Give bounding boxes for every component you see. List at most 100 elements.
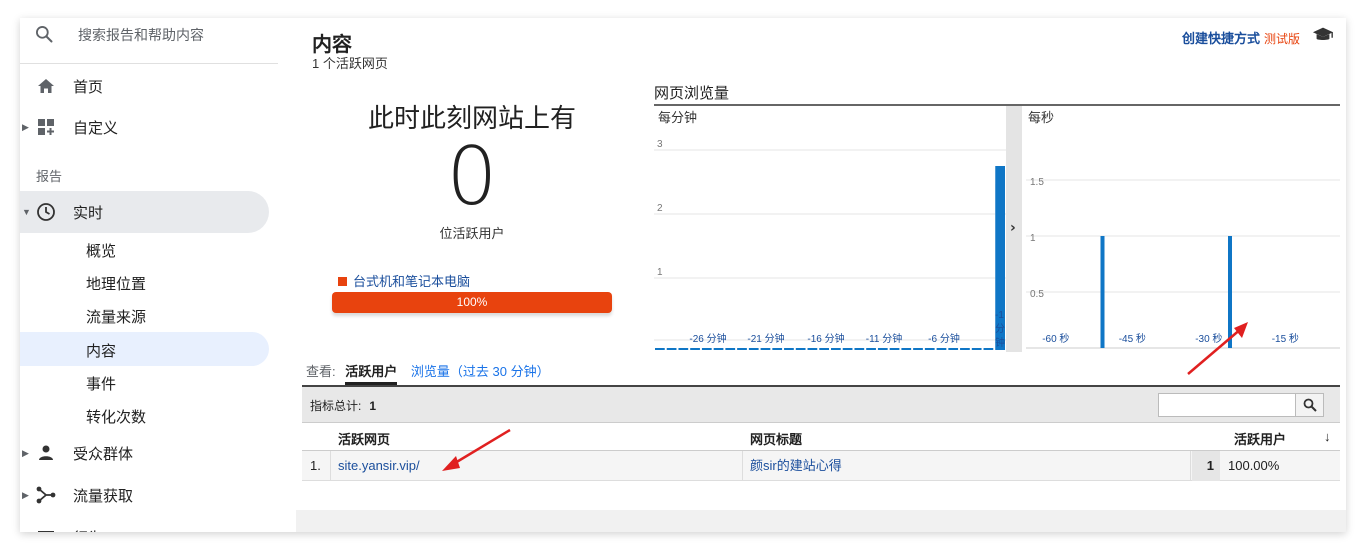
nav-home-label: 首页 bbox=[73, 78, 104, 96]
caret-right-icon: ▶ bbox=[22, 489, 29, 500]
dashboard-icon bbox=[36, 117, 56, 137]
bar bbox=[748, 348, 759, 350]
graduation-cap-icon[interactable] bbox=[1312, 26, 1334, 44]
nav-behavior-label: 行为 bbox=[73, 527, 103, 533]
nav-realtime[interactable]: ▼ 实时 bbox=[20, 192, 278, 232]
col-header-title[interactable]: 网页标题 bbox=[750, 429, 802, 448]
search-icon bbox=[1303, 398, 1317, 412]
nav-audience[interactable]: ▶ 受众群体 bbox=[20, 433, 278, 473]
bar bbox=[666, 348, 677, 350]
caret-down-icon: ▼ bbox=[22, 207, 31, 217]
row-page-link[interactable]: site.yansir.vip/ bbox=[338, 451, 420, 481]
y-tick-label: 2 bbox=[657, 203, 663, 214]
active-users-label: 位活跃用户 bbox=[439, 226, 505, 241]
column-divider bbox=[330, 451, 331, 481]
bar bbox=[690, 348, 700, 350]
y-tick-label: 1.5 bbox=[1030, 177, 1044, 188]
x-tick-label: -15 秒 bbox=[1272, 332, 1299, 345]
y-tick-label: 1 bbox=[1030, 233, 1036, 244]
row-index: 1. bbox=[310, 458, 321, 473]
behavior-icon bbox=[36, 527, 56, 532]
x-tick-label-stacked: -1 bbox=[995, 310, 1004, 321]
nav-sub-conversions[interactable]: 转化次数 bbox=[86, 406, 146, 427]
bar bbox=[725, 348, 736, 350]
bar bbox=[901, 348, 912, 350]
search-bar[interactable]: 搜索报告和帮助内容 bbox=[20, 18, 278, 64]
caret-right-icon: ▶ bbox=[22, 121, 29, 132]
nav-customize[interactable]: ▶ 自定义 bbox=[20, 107, 278, 147]
totals-row: 指标总计: 1 bbox=[302, 387, 1340, 423]
active-users-count: 0 bbox=[446, 130, 498, 223]
beta-badge: 测试版 bbox=[1263, 32, 1300, 46]
bar bbox=[877, 348, 888, 350]
bar bbox=[983, 348, 994, 350]
row-users-percent: 100.00% bbox=[1228, 458, 1280, 473]
x-tick-label: -11 分钟 bbox=[866, 332, 903, 345]
bar bbox=[819, 348, 829, 350]
bar bbox=[701, 348, 712, 350]
sort-down-icon[interactable]: ↓ bbox=[1324, 429, 1331, 444]
search-input[interactable]: 搜索报告和帮助内容 bbox=[78, 25, 204, 45]
nav-home[interactable]: 首页 bbox=[20, 66, 278, 106]
view-tab-pageviews[interactable]: 浏览量（过去 30 分钟） bbox=[411, 364, 550, 379]
chart-title: 网页浏览量 bbox=[654, 85, 730, 102]
nav-sub-active-bg bbox=[20, 332, 269, 366]
x-tick-label-stacked: 分 bbox=[995, 323, 1005, 335]
filter-search-button[interactable] bbox=[1295, 394, 1323, 416]
annotation-arrow-icon bbox=[1187, 322, 1248, 375]
totals-label: 指标总计: 1 bbox=[310, 397, 376, 414]
bar bbox=[924, 348, 935, 350]
y-tick-label: 3 bbox=[657, 139, 663, 150]
bar bbox=[1100, 236, 1105, 348]
clock-icon bbox=[36, 202, 56, 222]
nav-acquisition-label: 流量获取 bbox=[73, 487, 134, 505]
person-icon bbox=[36, 443, 56, 463]
bar bbox=[842, 348, 853, 350]
x-tick-label: -45 秒 bbox=[1119, 332, 1146, 345]
annotation-arrow-icon bbox=[442, 428, 511, 471]
y-tick-label: 0.5 bbox=[1030, 289, 1044, 300]
row-users-count: 1 bbox=[1192, 451, 1220, 481]
nav-acquisition[interactable]: ▶ 流量获取 bbox=[20, 475, 278, 515]
bar bbox=[807, 348, 818, 350]
nav-sub-events[interactable]: 事件 bbox=[86, 373, 116, 394]
bar bbox=[936, 348, 947, 350]
table-filter-input[interactable] bbox=[1158, 393, 1324, 417]
view-tab-active-users[interactable]: 活跃用户 bbox=[345, 364, 397, 379]
bar bbox=[737, 348, 747, 350]
x-tick-label: -26 分钟 bbox=[689, 332, 726, 345]
nav-sub-traffic-sources[interactable]: 流量来源 bbox=[86, 306, 146, 327]
bar bbox=[960, 348, 970, 350]
nav-sub-content[interactable]: 内容 bbox=[86, 340, 116, 361]
device-legend-label: 台式机和笔记本电脑 bbox=[353, 274, 471, 289]
nav-audience-label: 受众群体 bbox=[73, 445, 134, 463]
view-switcher: 查看: 活跃用户 浏览量（过去 30 分钟） bbox=[306, 361, 550, 380]
content-panel: 内容 1 个活跃网页 创建快捷方式 测试版 此时此刻网站上有 0 位活跃用户 台式… bbox=[296, 18, 1346, 510]
create-shortcut-label: 创建快捷方式 bbox=[1181, 31, 1260, 46]
x-tick-label: -16 分钟 bbox=[807, 332, 844, 345]
totals-value: 1 bbox=[369, 399, 377, 413]
page-subtitle: 1 个活跃网页 bbox=[312, 56, 388, 71]
search-icon bbox=[36, 26, 53, 43]
nav-sub-overview[interactable]: 概览 bbox=[86, 240, 116, 261]
x-tick-label: -21 分钟 bbox=[747, 332, 784, 345]
caret-right-icon: ▶ bbox=[22, 532, 29, 533]
bar bbox=[655, 348, 665, 350]
view-label: 查看: bbox=[306, 364, 336, 379]
col-header-page[interactable]: 活跃网页 bbox=[338, 429, 390, 448]
bar bbox=[678, 348, 689, 350]
col-header-users[interactable]: 活跃用户 bbox=[1234, 429, 1286, 448]
chevron-right-icon: › bbox=[1010, 220, 1016, 236]
create-shortcut-link[interactable]: 创建快捷方式 测试版 bbox=[1182, 28, 1300, 47]
row-title-link[interactable]: 颜sir的建站心得 bbox=[750, 451, 842, 481]
column-divider bbox=[742, 451, 743, 481]
nav-sub-location[interactable]: 地理位置 bbox=[86, 273, 146, 294]
app-frame: 搜索报告和帮助内容 首页 ▶ 自定义 报告 ▼ 实时 概览 地理位置 流量来源 bbox=[20, 18, 1346, 532]
bar bbox=[913, 348, 923, 350]
sidebar: 搜索报告和帮助内容 首页 ▶ 自定义 报告 ▼ 实时 概览 地理位置 流量来源 bbox=[20, 18, 296, 532]
bar bbox=[866, 348, 876, 350]
section-label-reports: 报告 bbox=[36, 169, 63, 184]
bar bbox=[971, 348, 982, 350]
nav-behavior[interactable]: ▶ 行为 bbox=[20, 517, 278, 532]
y-tick-label: 1 bbox=[657, 267, 663, 278]
